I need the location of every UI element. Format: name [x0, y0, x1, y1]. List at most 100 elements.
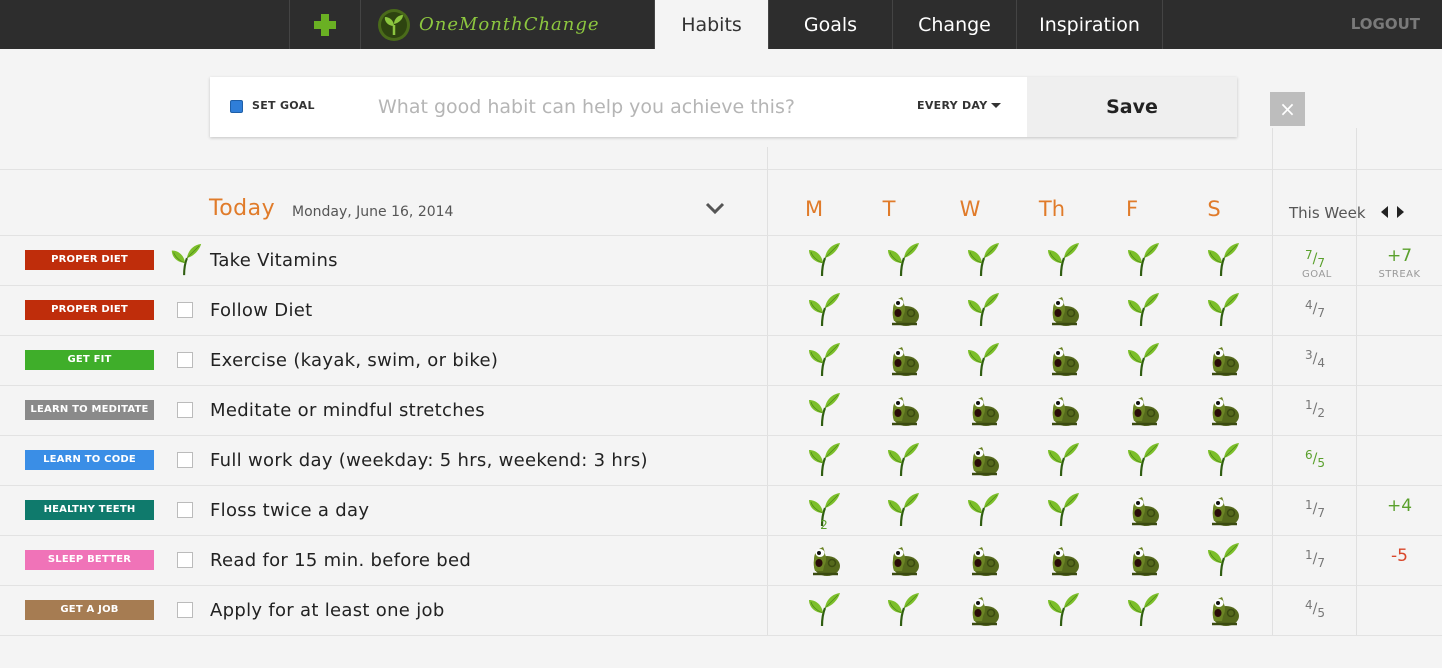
sprout-icon[interactable]	[1044, 491, 1082, 529]
goal-tag[interactable]: HEALTHY TEETH	[25, 500, 154, 520]
goal-progress-done: 4	[1305, 298, 1313, 312]
habit-row: GET A JOB Apply for at least one job 4/5	[0, 586, 1442, 636]
sprout-icon[interactable]	[805, 441, 843, 479]
habit-checkbox[interactable]	[177, 452, 193, 468]
slug-icon[interactable]	[1044, 391, 1082, 429]
slug-icon[interactable]	[1124, 541, 1162, 579]
slug-icon[interactable]	[1044, 541, 1082, 579]
goal-progress-target: 2	[1317, 406, 1325, 420]
sprout-icon[interactable]	[1044, 441, 1082, 479]
logo-text: OneMonthChange	[419, 14, 600, 35]
close-icon[interactable]: ×	[1270, 92, 1305, 126]
next-week-icon[interactable]	[1397, 206, 1404, 218]
goal-progress: 1/7	[1305, 548, 1325, 570]
habit-checkbox[interactable]	[177, 602, 193, 618]
habit-name: Floss twice a day	[210, 500, 370, 521]
done-sprout-icon[interactable]	[168, 242, 204, 278]
plus-icon	[314, 13, 336, 36]
sprout-icon[interactable]	[1124, 241, 1162, 279]
sprout-icon[interactable]	[1044, 591, 1082, 629]
sprout-icon[interactable]	[884, 591, 922, 629]
slug-icon[interactable]	[1124, 491, 1162, 529]
goal-tag[interactable]: LEARN TO CODE	[25, 450, 154, 470]
slug-icon[interactable]	[1204, 491, 1242, 529]
slug-icon[interactable]	[884, 391, 922, 429]
divider	[0, 635, 1442, 636]
slug-icon[interactable]	[1044, 341, 1082, 379]
sprout-icon[interactable]	[964, 491, 1002, 529]
habit-name: Apply for at least one job	[210, 600, 445, 621]
slug-icon[interactable]	[964, 441, 1002, 479]
save-button[interactable]: Save	[1027, 77, 1237, 137]
day-header-th: Th	[1038, 197, 1066, 221]
habit-checkbox[interactable]	[177, 302, 193, 318]
add-button[interactable]	[289, 0, 360, 49]
sprout-icon[interactable]	[964, 341, 1002, 379]
habit-checkbox[interactable]	[177, 402, 193, 418]
logo[interactable]: OneMonthChange	[360, 0, 654, 49]
slug-icon[interactable]	[884, 541, 922, 579]
habit-checkbox[interactable]	[177, 552, 193, 568]
goal-tag[interactable]: GET A JOB	[25, 600, 154, 620]
sprout-icon[interactable]	[805, 591, 843, 629]
sprout-icon[interactable]	[1204, 241, 1242, 279]
goal-tag[interactable]: PROPER DIET	[25, 300, 154, 320]
tab-change[interactable]: Change	[892, 0, 1016, 49]
habit-name: Exercise (kayak, swim, or bike)	[210, 350, 499, 371]
goal-tag[interactable]: LEARN TO MEDITATE	[25, 400, 154, 420]
day-header-f: F	[1125, 197, 1139, 221]
goal-progress-done: 6	[1305, 448, 1313, 462]
sprout-icon[interactable]: 2	[805, 491, 843, 532]
goal-progress-target: 5	[1317, 606, 1325, 620]
chevron-down-icon[interactable]	[705, 198, 725, 218]
goal-tag[interactable]: PROPER DIET	[25, 250, 154, 270]
goal-progress-done: 4	[1305, 598, 1313, 612]
goal-progress-target: 7	[1317, 506, 1325, 520]
slug-icon[interactable]	[884, 341, 922, 379]
slug-icon[interactable]	[1044, 291, 1082, 329]
sprout-icon[interactable]	[805, 391, 843, 429]
day-count: 2	[820, 518, 828, 532]
tab-habits[interactable]: Habits	[654, 0, 768, 49]
slug-icon[interactable]	[1204, 391, 1242, 429]
sprout-icon[interactable]	[884, 241, 922, 279]
slug-icon[interactable]	[964, 391, 1002, 429]
sprout-icon[interactable]	[964, 241, 1002, 279]
prev-week-icon[interactable]	[1381, 206, 1388, 218]
streak-value: +4	[1386, 496, 1413, 516]
sprout-icon[interactable]	[1204, 441, 1242, 479]
slug-icon[interactable]	[884, 291, 922, 329]
sprout-icon[interactable]	[1204, 541, 1242, 579]
slug-icon[interactable]	[1204, 591, 1242, 629]
sprout-icon[interactable]	[1044, 241, 1082, 279]
tab-inspiration[interactable]: Inspiration	[1016, 0, 1163, 49]
sprout-icon[interactable]	[805, 291, 843, 329]
slug-icon[interactable]	[1204, 341, 1242, 379]
sprout-icon[interactable]	[964, 291, 1002, 329]
tab-goals[interactable]: Goals	[768, 0, 892, 49]
goal-progress-done: 1	[1305, 548, 1313, 562]
goal-progress-done: 3	[1305, 348, 1313, 362]
slug-icon[interactable]	[964, 591, 1002, 629]
goal-progress-target: 5	[1317, 456, 1325, 470]
slug-icon[interactable]	[805, 541, 843, 579]
set-goal-checkbox[interactable]	[230, 100, 243, 113]
sprout-icon[interactable]	[1124, 341, 1162, 379]
frequency-dropdown[interactable]: EVERY DAY	[917, 99, 1002, 112]
habit-checkbox[interactable]	[177, 352, 193, 368]
slug-icon[interactable]	[964, 541, 1002, 579]
goal-tag[interactable]: GET FIT	[25, 350, 154, 370]
logout-link[interactable]: LOGOUT	[1351, 15, 1420, 33]
sprout-icon[interactable]	[884, 491, 922, 529]
sprout-icon[interactable]	[884, 441, 922, 479]
slug-icon[interactable]	[1124, 391, 1162, 429]
sprout-icon[interactable]	[805, 341, 843, 379]
sprout-icon[interactable]	[805, 241, 843, 279]
habit-input[interactable]	[378, 89, 898, 125]
habit-checkbox[interactable]	[177, 502, 193, 518]
sprout-icon[interactable]	[1124, 291, 1162, 329]
sprout-icon[interactable]	[1124, 591, 1162, 629]
sprout-icon[interactable]	[1204, 291, 1242, 329]
goal-tag[interactable]: SLEEP BETTER	[25, 550, 154, 570]
sprout-icon[interactable]	[1124, 441, 1162, 479]
